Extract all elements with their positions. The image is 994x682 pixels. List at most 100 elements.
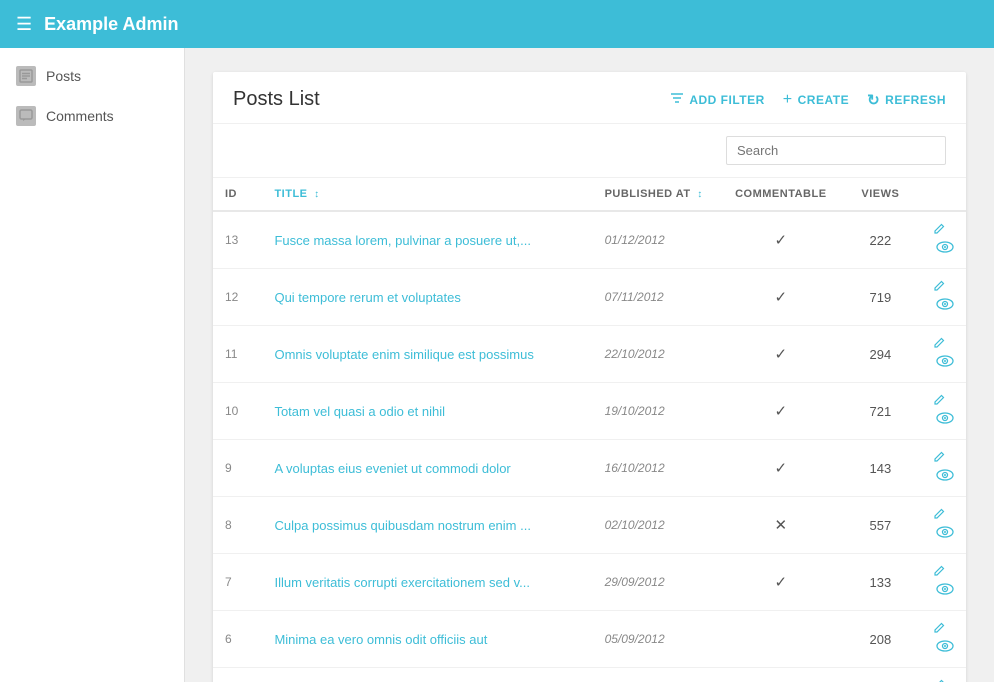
cell-id: 6 (213, 611, 262, 668)
edit-icon[interactable] (932, 223, 946, 240)
table-row: 13 Fusce massa lorem, pulvinar a posuere … (213, 211, 966, 269)
cell-published: 07/11/2012 (593, 269, 721, 326)
table-row: 11 Omnis voluptate enim similique est pos… (213, 326, 966, 383)
cell-title: Omnis voluptate enim similique est possi… (262, 326, 592, 383)
table-row: 7Illum veritatis corrupti exercitationem… (213, 554, 966, 611)
edit-icon[interactable] (932, 394, 946, 411)
cell-commentable: ✓ (721, 668, 841, 682)
cell-commentable: ✓ (721, 554, 841, 611)
cell-actions (920, 554, 966, 611)
cell-actions (920, 383, 966, 440)
cell-views: 719 (841, 269, 920, 326)
cross-icon: ✕ (775, 517, 788, 534)
cell-title: Sed quo et et fugiat modi (262, 668, 592, 682)
cell-id: 13 (213, 211, 262, 269)
search-input[interactable] (726, 136, 946, 165)
edit-icon[interactable] (932, 451, 946, 468)
published-sort-icon: ↕ (697, 189, 703, 200)
col-header-actions (920, 178, 966, 211)
create-label: CREATE (798, 93, 849, 107)
cell-published: 02/10/2012 (593, 497, 721, 554)
cell-actions (920, 269, 966, 326)
col-header-published[interactable]: PUBLISHED AT ↕ (593, 178, 721, 211)
edit-icon[interactable] (932, 337, 946, 354)
view-icon[interactable] (936, 582, 954, 599)
cell-published: 22/10/2012 (593, 326, 721, 383)
panel-header: Posts List ADD FILTER + (213, 72, 966, 124)
layout: Posts Comments Posts List (0, 48, 994, 682)
view-icon[interactable] (936, 297, 954, 314)
data-table: ID TITLE ↕ PUBLISHED AT ↕ COMMENTABLE (213, 178, 966, 682)
cell-id: 8 (213, 497, 262, 554)
view-icon[interactable] (936, 468, 954, 485)
view-icon[interactable] (936, 240, 954, 257)
cell-commentable: ✕ (721, 497, 841, 554)
cell-views: 222 (841, 211, 920, 269)
cell-commentable (721, 611, 841, 668)
edit-icon[interactable] (932, 508, 946, 525)
filter-icon (670, 91, 684, 108)
cell-actions (920, 497, 966, 554)
plus-icon: + (783, 91, 793, 109)
menu-icon[interactable]: ☰ (16, 14, 32, 35)
sidebar-item-posts[interactable]: Posts (0, 56, 184, 96)
sidebar: Posts Comments (0, 48, 185, 682)
panel-title: Posts List (233, 88, 670, 111)
check-icon: ✓ (775, 346, 788, 363)
cell-views: 133 (841, 554, 920, 611)
cell-published: 01/12/2012 (593, 211, 721, 269)
cell-views: 208 (841, 611, 920, 668)
title-link[interactable]: Fusce massa lorem, pulvinar a posuere ut… (274, 233, 531, 248)
title-link[interactable]: Omnis voluptate enim similique est possi… (274, 347, 533, 362)
col-header-id[interactable]: ID (213, 178, 262, 211)
cell-views: 559 (841, 668, 920, 682)
cell-published: 19/10/2012 (593, 383, 721, 440)
cell-title: Culpa possimus quibusdam nostrum enim ..… (262, 497, 592, 554)
add-filter-button[interactable]: ADD FILTER (670, 91, 764, 108)
cell-commentable: ✓ (721, 326, 841, 383)
refresh-label: REFRESH (885, 93, 946, 107)
search-bar-row (213, 124, 966, 178)
title-link[interactable]: Minima ea vero omnis odit officiis aut (274, 632, 487, 647)
title-link[interactable]: Totam vel quasi a odio et nihil (274, 404, 445, 419)
view-icon[interactable] (936, 354, 954, 371)
edit-icon[interactable] (932, 622, 946, 639)
view-icon[interactable] (936, 411, 954, 428)
check-icon: ✓ (775, 403, 788, 420)
refresh-button[interactable]: ↻ REFRESH (867, 91, 946, 109)
app-title: Example Admin (44, 14, 178, 35)
col-header-commentable[interactable]: COMMENTABLE (721, 178, 841, 211)
view-icon[interactable] (936, 639, 954, 656)
view-icon[interactable] (936, 525, 954, 542)
cell-published: 16/10/2012 (593, 440, 721, 497)
main-content: Posts List ADD FILTER + (185, 48, 994, 682)
table-header: ID TITLE ↕ PUBLISHED AT ↕ COMMENTABLE (213, 178, 966, 211)
cell-id: 9 (213, 440, 262, 497)
cell-title: A voluptas eius eveniet ut commodi dolor (262, 440, 592, 497)
cell-id: 5 (213, 668, 262, 682)
col-header-views[interactable]: VIEWS (841, 178, 920, 211)
col-header-title[interactable]: TITLE ↕ (262, 178, 592, 211)
edit-icon[interactable] (932, 565, 946, 582)
table-row: 9 A voluptas eius eveniet ut commodi dolo… (213, 440, 966, 497)
cell-published: 29/09/2012 (593, 554, 721, 611)
panel-actions: ADD FILTER + CREATE ↻ REFRESH (670, 91, 946, 109)
check-icon: ✓ (775, 232, 788, 249)
cell-views: 721 (841, 383, 920, 440)
sidebar-item-comments-label: Comments (46, 108, 114, 124)
title-link[interactable]: Qui tempore rerum et voluptates (274, 290, 460, 305)
posts-panel: Posts List ADD FILTER + (213, 72, 966, 682)
cell-id: 11 (213, 326, 262, 383)
cell-title: Fusce massa lorem, pulvinar a posuere ut… (262, 211, 592, 269)
cell-title: Qui tempore rerum et voluptates (262, 269, 592, 326)
sidebar-item-comments[interactable]: Comments (0, 96, 184, 136)
title-link[interactable]: Culpa possimus quibusdam nostrum enim ..… (274, 518, 531, 533)
create-button[interactable]: + CREATE (783, 91, 849, 109)
cell-published: 24/08/2012 (593, 668, 721, 682)
title-link[interactable]: Illum veritatis corrupti exercitationem … (274, 575, 530, 590)
title-link[interactable]: A voluptas eius eveniet ut commodi dolor (274, 461, 510, 476)
cell-views: 294 (841, 326, 920, 383)
add-filter-label: ADD FILTER (689, 93, 764, 107)
edit-icon[interactable] (932, 280, 946, 297)
cell-commentable: ✓ (721, 383, 841, 440)
